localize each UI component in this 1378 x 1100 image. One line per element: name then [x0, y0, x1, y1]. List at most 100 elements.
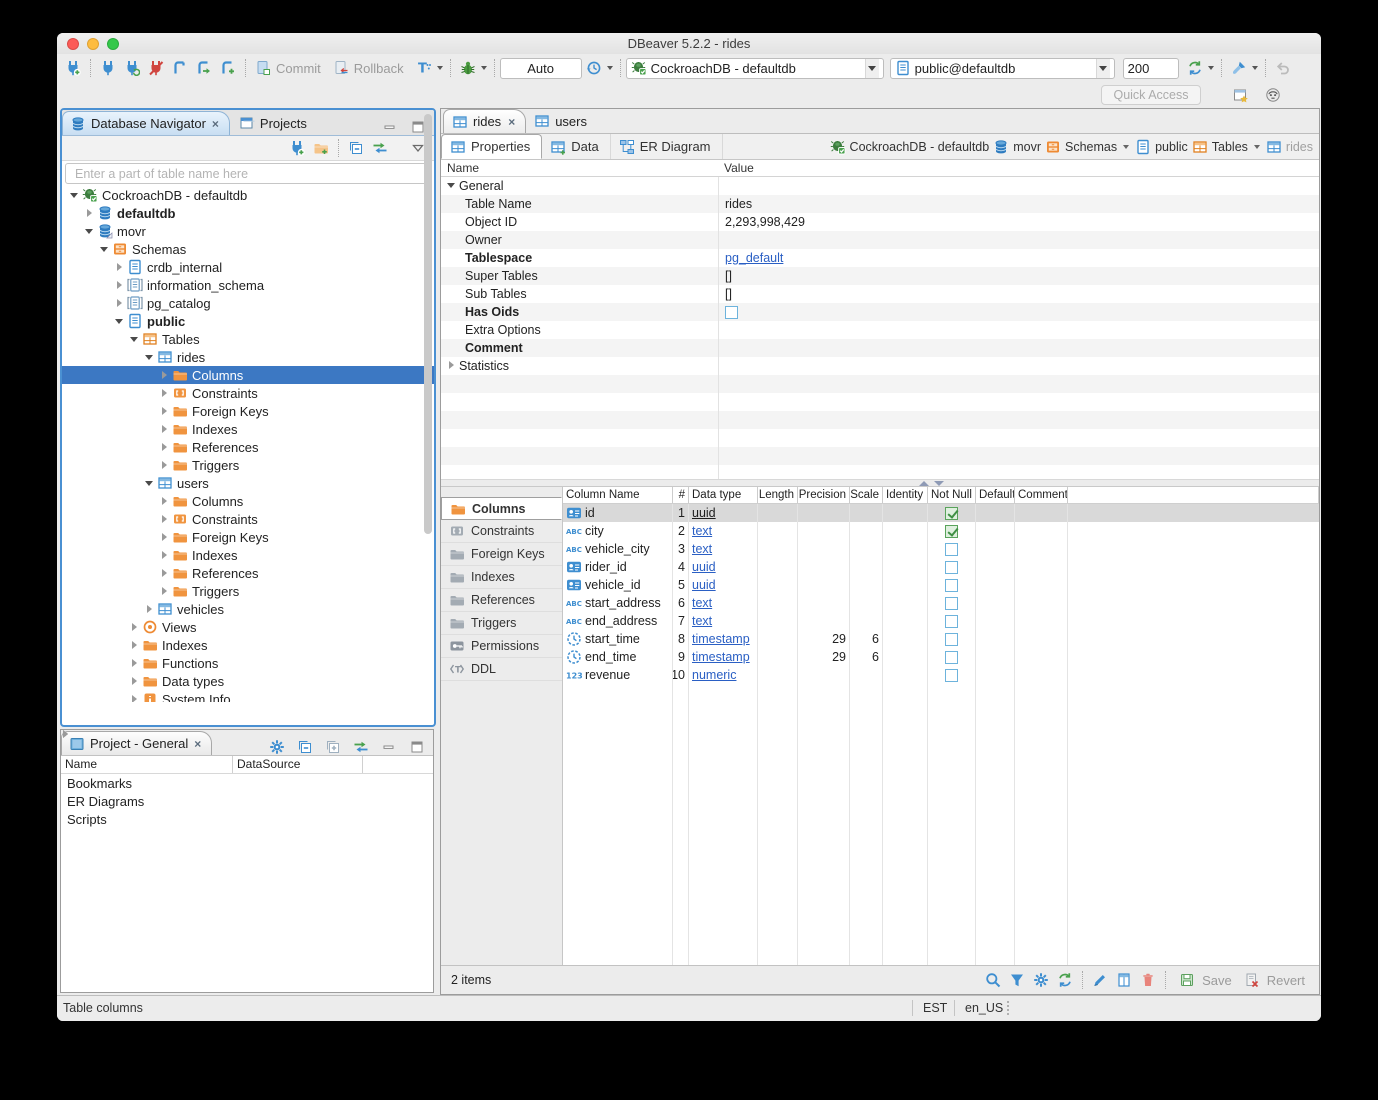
- connect-icon[interactable]: [98, 58, 118, 78]
- side-tab-constraints[interactable]: Constraints: [441, 520, 562, 543]
- cell-default[interactable]: [976, 666, 1015, 684]
- cell-c4[interactable]: 29: [798, 630, 850, 648]
- splitter[interactable]: [441, 479, 1319, 487]
- maximize-view-icon[interactable]: [409, 739, 425, 755]
- new-project-folder-icon[interactable]: [311, 138, 331, 158]
- breadcrumb-item-movr[interactable]: movr: [993, 139, 1041, 155]
- tree-item-references[interactable]: References: [62, 438, 434, 456]
- cell-data-type[interactable]: uuid: [689, 558, 758, 576]
- open-sql-editor-icon[interactable]: [194, 58, 214, 78]
- cell-ordinal[interactable]: 1: [673, 504, 689, 522]
- tree-item-constraints[interactable]: Constraints: [62, 510, 434, 528]
- edit-icon[interactable]: [1090, 970, 1110, 990]
- cell-default[interactable]: [976, 504, 1015, 522]
- group-open-arrow[interactable]: [447, 181, 457, 191]
- collapse-all-icon[interactable]: [346, 138, 366, 158]
- property-row-comment[interactable]: Comment: [441, 339, 1319, 357]
- column-header-not-null[interactable]: Not Null: [928, 487, 976, 503]
- cell-column-name[interactable]: 123revenue: [563, 666, 673, 684]
- tree-closed-arrow[interactable]: [115, 263, 124, 272]
- cell-comment[interactable]: [1015, 522, 1068, 540]
- column-header-identity[interactable]: Identity: [883, 487, 928, 503]
- rollback-icon[interactable]: [331, 58, 351, 78]
- grid-row-vehicle-id[interactable]: vehicle_id5uuid: [563, 576, 1319, 594]
- cell-c5[interactable]: [850, 612, 883, 630]
- project-item-scripts[interactable]: Scripts: [61, 810, 433, 828]
- tree-open-arrow[interactable]: [100, 245, 109, 254]
- cell-identity[interactable]: [883, 612, 928, 630]
- cell-comment[interactable]: [1015, 648, 1068, 666]
- tree-item-references[interactable]: References: [62, 564, 434, 582]
- column-header-name[interactable]: Name: [61, 756, 233, 773]
- column-header-scale[interactable]: Scale: [850, 487, 883, 503]
- tree-closed-arrow[interactable]: [130, 659, 139, 668]
- cell-not-null[interactable]: [928, 540, 976, 558]
- reconnect-icon[interactable]: [122, 58, 142, 78]
- not-null-checkbox[interactable]: [945, 561, 958, 574]
- property-row-tablespace[interactable]: Tablespacepg_default: [441, 249, 1319, 267]
- subtab-properties[interactable]: Properties: [441, 134, 542, 159]
- cell-column-name[interactable]: ABCcity: [563, 522, 673, 540]
- not-null-checkbox[interactable]: [945, 543, 958, 556]
- configure-icon[interactable]: [269, 739, 285, 755]
- cell-default[interactable]: [976, 630, 1015, 648]
- tree-item-defaultdb[interactable]: defaultdb: [62, 204, 434, 222]
- tree-closed-arrow[interactable]: [85, 209, 94, 218]
- cell-not-null[interactable]: [928, 504, 976, 522]
- cell-comment[interactable]: [1015, 630, 1068, 648]
- format-icon[interactable]: [1229, 58, 1249, 78]
- property-row-general[interactable]: General: [441, 177, 1319, 195]
- grid-row-start-time[interactable]: start_time8timestamp296: [563, 630, 1319, 648]
- tab-projects[interactable]: Projects: [232, 111, 317, 135]
- property-row-extra-options[interactable]: Extra Options: [441, 321, 1319, 339]
- cell-c4[interactable]: [798, 558, 850, 576]
- side-tab-columns[interactable]: Columns: [441, 497, 562, 520]
- tab-project-general[interactable]: Project - General ×: [61, 731, 212, 755]
- commit-label[interactable]: Commit: [276, 61, 321, 76]
- column-header-default[interactable]: Default: [976, 487, 1015, 503]
- refresh-icon[interactable]: [1055, 970, 1075, 990]
- cell-ordinal[interactable]: 3: [673, 540, 689, 558]
- cell-identity[interactable]: [883, 648, 928, 666]
- data-type-link[interactable]: text: [692, 596, 712, 610]
- expand-all-icon[interactable]: [325, 739, 341, 755]
- cell-data-type[interactable]: numeric: [689, 666, 758, 684]
- cell-ordinal[interactable]: 8: [673, 630, 689, 648]
- cell-c4[interactable]: [798, 540, 850, 558]
- cell-column-name[interactable]: rider_id: [563, 558, 673, 576]
- cell-identity[interactable]: [883, 594, 928, 612]
- not-null-checkbox[interactable]: [945, 633, 958, 646]
- property-row-statistics[interactable]: Statistics: [441, 357, 1319, 375]
- cell-c3[interactable]: [758, 576, 798, 594]
- disconnect-icon[interactable]: [146, 58, 166, 78]
- cell-not-null[interactable]: [928, 648, 976, 666]
- breadcrumb-item-tables[interactable]: Tables: [1192, 139, 1262, 155]
- tree-closed-arrow[interactable]: [130, 695, 139, 703]
- settings-icon[interactable]: [1031, 970, 1051, 990]
- open-perspective-icon[interactable]: [1231, 85, 1251, 105]
- cell-ordinal[interactable]: 7: [673, 612, 689, 630]
- tree-closed-arrow[interactable]: [160, 569, 169, 578]
- tree-open-arrow[interactable]: [85, 227, 94, 236]
- side-tab-references[interactable]: References: [441, 589, 562, 612]
- schema-dropdown[interactable]: [1096, 59, 1110, 78]
- grid-row-end-time[interactable]: end_time9timestamp296: [563, 648, 1319, 666]
- cell-data-type[interactable]: timestamp: [689, 648, 758, 666]
- tree-closed-arrow[interactable]: [160, 425, 169, 434]
- splitter-down-icon[interactable]: [934, 481, 944, 486]
- column-header-datasource[interactable]: DataSource: [233, 756, 363, 773]
- tree-item-triggers[interactable]: Triggers: [62, 456, 434, 474]
- cell-data-type[interactable]: uuid: [689, 504, 758, 522]
- cell-ordinal[interactable]: 5: [673, 576, 689, 594]
- data-type-link[interactable]: text: [692, 524, 712, 538]
- not-null-checkbox[interactable]: [945, 579, 958, 592]
- tree-closed-arrow[interactable]: [160, 515, 169, 524]
- breadcrumb-item-public[interactable]: public: [1135, 139, 1188, 155]
- splitter-up-icon[interactable]: [919, 481, 929, 486]
- cell-data-type[interactable]: text: [689, 594, 758, 612]
- cell-c3[interactable]: [758, 540, 798, 558]
- data-type-link[interactable]: text: [692, 614, 712, 628]
- tree-open-arrow[interactable]: [145, 479, 154, 488]
- cell-ordinal[interactable]: 6: [673, 594, 689, 612]
- tree-scrollbar[interactable]: [424, 114, 432, 534]
